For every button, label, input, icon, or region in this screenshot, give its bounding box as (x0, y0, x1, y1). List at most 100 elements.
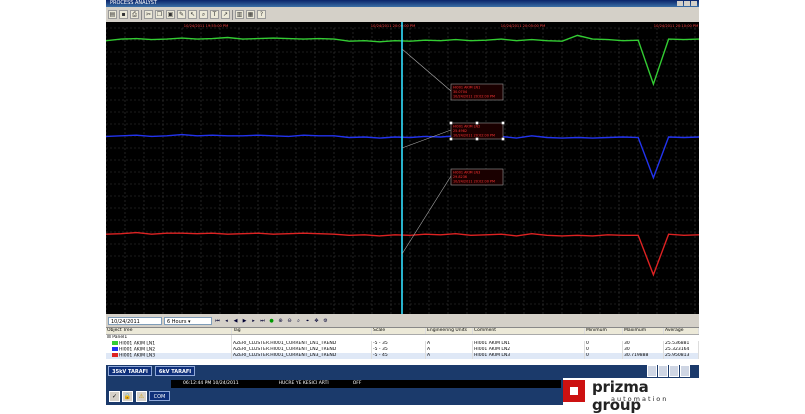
selection-handle (449, 137, 453, 141)
play-icon[interactable]: ▶ (241, 318, 248, 324)
quick-access-buttons (647, 365, 699, 379)
minimize-button[interactable] (677, 1, 683, 6)
time-axis-label: 10/24/2011 19:55:00 PM (184, 24, 228, 28)
arrow-icon[interactable]: ↗ (221, 10, 230, 19)
annotation-leader (401, 175, 452, 255)
window-controls (677, 1, 697, 6)
event-state: OFF (352, 381, 362, 386)
com-button[interactable]: COM (149, 391, 170, 401)
time-axis-label: 10/24/2011 20:05:00 PM (501, 24, 545, 28)
mail-icon[interactable] (669, 365, 679, 377)
zoom-fit-icon[interactable]: ⌕ (295, 318, 302, 324)
settings-icon[interactable]: ⚙ (322, 318, 329, 324)
previous-icon[interactable]: ◂ (223, 318, 230, 324)
last-icon[interactable]: ⏭ (259, 318, 266, 324)
trend-plot[interactable]: 10/24/2011 19:55:00 PM 10/24/2011 20:00:0… (106, 22, 699, 314)
company-logo: prizma group automation (563, 378, 700, 414)
time-navigation-bar: 10/24/2011 20:09:19.957 6 Hours ▾ ⏮ ◂ ◀ … (106, 316, 699, 333)
cell-max: 30.719888 (624, 353, 649, 358)
cell-units: A (427, 353, 431, 358)
cell-min: 0 (586, 341, 589, 346)
help-icon[interactable]: ? (257, 10, 266, 19)
cell-scale: -5 - 45 (373, 353, 388, 358)
column-header[interactable]: Average (664, 328, 699, 334)
cell-units: A (427, 341, 431, 346)
6kv-side-button[interactable]: 6kV TARAFI (155, 366, 195, 376)
period-select[interactable]: 6 Hours ▾ (164, 317, 212, 325)
maximize-button[interactable] (684, 1, 690, 6)
copy-icon[interactable]: ❐ (155, 10, 164, 19)
column-header[interactable]: Comment (473, 328, 585, 334)
cell-comment: HI001 AKIM LN1 (474, 341, 511, 346)
cell-name: HI001 AKIM LN1 (119, 341, 156, 347)
event-time: 06:12:44 PM 10/24/2011 (183, 381, 239, 386)
column-header[interactable]: Tag (232, 328, 372, 334)
column-header[interactable]: Scale (372, 328, 426, 334)
home-icon[interactable] (647, 365, 657, 377)
cell-avg: 25.536881 (665, 341, 690, 346)
pen-icon[interactable]: ✎ (177, 10, 186, 19)
selection-handle (475, 121, 479, 125)
report-icon[interactable] (658, 365, 668, 377)
column-header[interactable]: Object Tree (106, 328, 232, 334)
play-back-icon[interactable]: ◀ (232, 318, 239, 324)
live-icon[interactable]: ● (268, 318, 275, 324)
print-screen-icon[interactable] (680, 365, 690, 377)
cut-icon[interactable]: ✂ (144, 10, 153, 19)
annotation-text: HI001 AKIM LN2 (453, 125, 480, 129)
annotation-leader (401, 129, 452, 149)
selection-handle (501, 137, 505, 141)
column-header[interactable]: Maximum (623, 328, 664, 334)
first-icon[interactable]: ⏮ (214, 318, 221, 324)
selection-handle (475, 137, 479, 141)
close-button[interactable] (691, 1, 697, 6)
zoom-in-icon[interactable]: ⊕ (277, 318, 284, 324)
cell-max: 30 (624, 341, 630, 346)
zoom-out-icon[interactable]: ⊖ (286, 318, 293, 324)
logo-mark-icon (563, 380, 585, 402)
cell-scale: -5 - 35 (373, 341, 388, 346)
period-value: 6 Hours (167, 319, 187, 325)
annotation-text: 29.8236 (453, 175, 467, 179)
zoom-icon[interactable]: ⌕ (199, 10, 208, 19)
print-icon[interactable]: ⎙ (130, 10, 139, 19)
datetime-field[interactable]: 10/24/2011 20:09:19.957 (108, 317, 162, 333)
paste-icon[interactable]: ▣ (166, 10, 175, 19)
column-header[interactable]: Engineering Units (426, 328, 473, 334)
table-row[interactable]: HI001 AKIM LN3 AZERI_CLUSTER.HI001_CURREN… (106, 353, 699, 359)
lock-icon[interactable]: 🔒 (122, 391, 133, 402)
toolbar-divider (141, 9, 142, 20)
pen-color-icon (112, 353, 118, 357)
pen-table: Object Tree Tag Scale Engineering Units Comm… (106, 327, 699, 365)
open-icon[interactable]: ▤ (108, 10, 117, 19)
selection-handle (501, 121, 505, 125)
zoom-reset-icon[interactable]: ⌖ (304, 318, 311, 324)
text-icon[interactable]: T (210, 10, 219, 19)
column-header[interactable]: Minimum (585, 328, 623, 334)
cell-min: 0 (586, 353, 589, 358)
grid-icon[interactable]: ▦ (246, 10, 255, 19)
trend-chart[interactable]: 10/24/2011 19:55:00 PM 10/24/2011 20:00:0… (106, 22, 699, 314)
time-axis-label: 10/24/2011 20:10:00 PM (654, 24, 698, 28)
title-bar: PROCESS ANALYST (106, 0, 699, 7)
window-title: PROCESS ANALYST (110, 0, 157, 6)
pointer-icon[interactable]: ↖ (188, 10, 197, 19)
cell-scale: -5 - 35 (373, 347, 388, 352)
35kv-side-button[interactable]: 35kV TARAFI (108, 366, 152, 376)
next-icon[interactable]: ▸ (250, 318, 257, 324)
cell-min: 0 (586, 347, 589, 352)
pan-icon[interactable]: ✥ (313, 318, 320, 324)
cell-avg: 25.323164 (665, 347, 690, 352)
warning-icon[interactable]: ⚠ (136, 391, 147, 402)
cell-avg: 25.950813 (665, 353, 690, 358)
chart-icon[interactable]: ▥ (235, 10, 244, 19)
cell-max: 30 (624, 347, 630, 352)
save-icon[interactable]: ▪ (119, 10, 128, 19)
event-text: HUCRE YE KESICI ARTI (278, 381, 329, 386)
toolbar: ▤ ▪ ⎙ ✂ ❐ ▣ ✎ ↖ ⌕ T ↗ ▥ ▦ ? (106, 8, 699, 21)
acknowledge-icon[interactable]: ✓ (109, 391, 120, 402)
cell-tag: AZERI_CLUSTER.HI001_CURRENT_LN3_TREND (233, 353, 337, 358)
cell-tag: AZERI_CLUSTER.HI001_CURRENT_LN2_TREND (233, 347, 337, 352)
pen-table-header: Object Tree Tag Scale Engineering Units Comm… (106, 328, 699, 335)
event-line: 06:12:44 PM 10/24/2011 HUCRE YE KESICI A… (171, 380, 561, 388)
